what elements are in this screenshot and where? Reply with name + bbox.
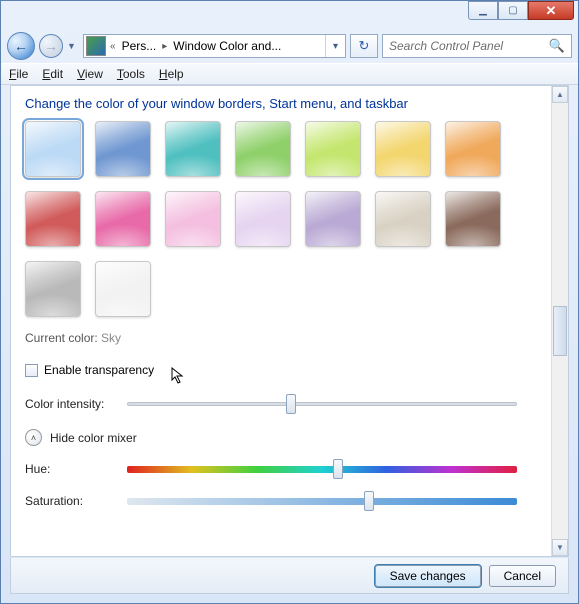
- swatch-leaf[interactable]: [235, 121, 291, 177]
- breadcrumb-personalization[interactable]: Pers...: [118, 39, 161, 53]
- nav-toolbar: ← → ▼ « Pers... ▸ Window Color and... ▾ …: [1, 29, 578, 63]
- search-input[interactable]: Search Control Panel 🔍: [382, 34, 572, 58]
- current-color-label: Current color:: [25, 331, 98, 345]
- swatch-fuchsia[interactable]: [95, 191, 151, 247]
- hue-thumb[interactable]: [333, 459, 343, 479]
- saturation-label: Saturation:: [25, 494, 117, 508]
- content-scroll: Change the color of your window borders,…: [11, 86, 551, 556]
- menu-bar: File Edit View Tools Help: [1, 63, 578, 85]
- search-placeholder: Search Control Panel: [389, 39, 503, 53]
- current-color-value: Sky: [101, 331, 121, 345]
- menu-tools[interactable]: Tools: [117, 67, 145, 81]
- mixer-toggle-label[interactable]: Hide color mixer: [50, 431, 137, 445]
- breadcrumb-window-color[interactable]: Window Color and...: [169, 39, 285, 53]
- vertical-scrollbar[interactable]: ▲ ▼: [551, 86, 568, 556]
- color-swatch-grid: [25, 121, 537, 317]
- footer-bar: Save changes Cancel: [10, 558, 569, 594]
- intensity-row: Color intensity:: [25, 397, 537, 411]
- swatch-violet[interactable]: [235, 191, 291, 247]
- search-icon[interactable]: 🔍: [549, 38, 565, 54]
- hue-label: Hue:: [25, 462, 117, 476]
- swatch-ruby[interactable]: [25, 191, 81, 247]
- intensity-label: Color intensity:: [25, 397, 117, 411]
- transparency-row: Enable transparency: [25, 363, 537, 377]
- minimize-button[interactable]: ▁: [468, 1, 498, 20]
- swatch-chocolate[interactable]: [445, 191, 501, 247]
- swatch-sun[interactable]: [375, 121, 431, 177]
- chevron-up-icon[interactable]: ˄: [25, 429, 42, 446]
- forward-button[interactable]: →: [39, 34, 63, 58]
- refresh-button[interactable]: ↻: [350, 34, 378, 58]
- current-color-row: Current color: Sky: [25, 331, 537, 345]
- address-dropdown[interactable]: ▾: [325, 35, 345, 57]
- maximize-button[interactable]: ▢: [498, 1, 528, 20]
- intensity-thumb[interactable]: [286, 394, 296, 414]
- scroll-down-button[interactable]: ▼: [552, 539, 568, 556]
- save-changes-button[interactable]: Save changes: [375, 565, 481, 587]
- menu-view[interactable]: View: [77, 67, 103, 81]
- swatch-sea[interactable]: [165, 121, 221, 177]
- swatch-blush[interactable]: [165, 191, 221, 247]
- scroll-up-button[interactable]: ▲: [552, 86, 568, 103]
- transparency-label[interactable]: Enable transparency: [44, 363, 154, 377]
- swatch-frost[interactable]: [95, 261, 151, 317]
- window-controls: ▁ ▢ ✕: [468, 1, 574, 20]
- swatch-sky[interactable]: [25, 121, 81, 177]
- saturation-row: Saturation:: [25, 494, 537, 508]
- titlebar: ▁ ▢ ✕: [1, 1, 578, 29]
- back-button[interactable]: ←: [7, 32, 35, 60]
- control-panel-window: ▁ ▢ ✕ ← → ▼ « Pers... ▸ Window Color and…: [0, 0, 579, 604]
- cursor-icon: [171, 367, 185, 385]
- breadcrumb-prefix: «: [108, 41, 118, 52]
- swatch-lime[interactable]: [305, 121, 361, 177]
- swatch-slate[interactable]: [25, 261, 81, 317]
- address-bar[interactable]: « Pers... ▸ Window Color and... ▾: [83, 34, 346, 58]
- close-button[interactable]: ✕: [528, 1, 574, 20]
- content-area: Change the color of your window borders,…: [10, 85, 569, 557]
- menu-edit[interactable]: Edit: [42, 67, 63, 81]
- page-title: Change the color of your window borders,…: [25, 96, 537, 111]
- swatch-taupe[interactable]: [375, 191, 431, 247]
- intensity-slider[interactable]: [127, 402, 517, 406]
- swatch-lavender[interactable]: [305, 191, 361, 247]
- control-panel-icon: [86, 36, 106, 56]
- hue-row: Hue:: [25, 462, 537, 476]
- cancel-button[interactable]: Cancel: [489, 565, 556, 587]
- swatch-pumpkin[interactable]: [445, 121, 501, 177]
- transparency-checkbox[interactable]: [25, 364, 38, 377]
- swatch-twilight[interactable]: [95, 121, 151, 177]
- nav-history-dropdown[interactable]: ▼: [67, 41, 79, 51]
- saturation-slider[interactable]: [127, 498, 517, 505]
- menu-help[interactable]: Help: [159, 67, 184, 81]
- breadcrumb-arrow-icon: ▸: [160, 41, 169, 52]
- menu-file[interactable]: File: [9, 67, 28, 81]
- scroll-thumb[interactable]: [553, 306, 567, 356]
- hue-slider[interactable]: [127, 466, 517, 473]
- saturation-thumb[interactable]: [364, 491, 374, 511]
- mixer-toggle-row[interactable]: ˄ Hide color mixer: [25, 429, 537, 446]
